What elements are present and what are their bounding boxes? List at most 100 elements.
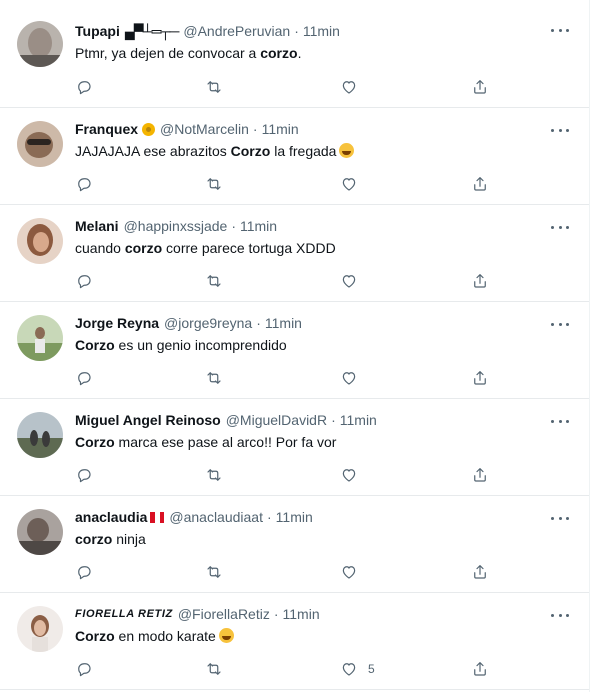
- more-icon[interactable]: [551, 223, 569, 231]
- share-button[interactable]: [471, 77, 489, 97]
- reply-button[interactable]: [75, 77, 93, 97]
- share-button[interactable]: [471, 368, 489, 388]
- tweet[interactable]: Tupapi ▄▀┴═┬─ @AndrePeruvian · 11min Ptm…: [0, 0, 589, 108]
- share-icon: [474, 565, 486, 579]
- highlighted-term: Corzo: [230, 143, 271, 159]
- retweet-icon: [207, 81, 221, 93]
- reply-icon: [78, 81, 91, 95]
- highlighted-term: Corzo: [75, 434, 115, 450]
- retweet-button[interactable]: [205, 465, 223, 485]
- like-count: 5: [368, 662, 375, 676]
- heart-icon: [342, 275, 356, 288]
- more-icon[interactable]: [551, 26, 569, 34]
- display-name[interactable]: anaclaudia: [75, 508, 147, 526]
- avatar[interactable]: [17, 218, 63, 264]
- share-icon: [474, 80, 486, 94]
- retweet-icon: [207, 663, 221, 675]
- display-name[interactable]: FIORELLA RETIZ: [75, 605, 173, 623]
- share-icon: [474, 371, 486, 385]
- reply-button[interactable]: [75, 659, 93, 679]
- tweet-actions: [75, 77, 573, 97]
- highlighted-term: Corzo: [75, 337, 115, 353]
- share-button[interactable]: [471, 659, 489, 679]
- tweet[interactable]: FIORELLA RETIZ @FiorellaRetiz · 11min Co…: [0, 593, 589, 690]
- share-icon: [474, 468, 486, 482]
- more-icon[interactable]: [551, 514, 569, 522]
- tweet-text: corzo ninja: [75, 531, 146, 547]
- more-icon[interactable]: [551, 320, 569, 328]
- display-name[interactable]: Melani: [75, 217, 119, 235]
- avatar[interactable]: [17, 315, 63, 361]
- more-icon[interactable]: [551, 417, 569, 425]
- user-handle[interactable]: @FiorellaRetiz: [178, 605, 270, 623]
- avatar[interactable]: [17, 509, 63, 555]
- timestamp[interactable]: 11min: [340, 411, 377, 429]
- share-icon: [474, 662, 486, 676]
- reply-button[interactable]: [75, 465, 93, 485]
- share-button[interactable]: [471, 465, 489, 485]
- tweet-text: Corzo marca ese pase al arco!! Por fa vo…: [75, 434, 337, 450]
- avatar[interactable]: [17, 21, 63, 67]
- reply-icon: [78, 178, 91, 192]
- tweet[interactable]: Melani @happinxssjade · 11min cuando cor…: [0, 205, 589, 302]
- share-button[interactable]: [471, 562, 489, 582]
- share-button[interactable]: [471, 271, 489, 291]
- display-name[interactable]: Miguel Angel Reinoso: [75, 411, 221, 429]
- reply-button[interactable]: [75, 368, 93, 388]
- user-handle[interactable]: @MiguelDavidR: [226, 411, 327, 429]
- tweet[interactable]: Franquex @NotMarcelin · 11min JAJAJAJA e…: [0, 108, 589, 205]
- timestamp[interactable]: 11min: [276, 508, 313, 526]
- separator-dot: ·: [231, 218, 236, 234]
- tweet-text: Ptmr, ya dejen de convocar a corzo.: [75, 45, 302, 61]
- retweet-button[interactable]: [205, 368, 223, 388]
- share-button[interactable]: [471, 174, 489, 194]
- like-button[interactable]: [340, 271, 368, 291]
- reply-button[interactable]: [75, 174, 93, 194]
- like-button[interactable]: [340, 465, 368, 485]
- retweet-button[interactable]: [205, 271, 223, 291]
- display-name[interactable]: Jorge Reyna: [75, 314, 159, 332]
- avatar[interactable]: [17, 121, 63, 167]
- more-icon[interactable]: [551, 611, 569, 619]
- tweet-actions: [75, 174, 573, 194]
- retweet-button[interactable]: [205, 659, 223, 679]
- tweet[interactable]: Jorge Reyna @jorge9reyna · 11min Corzo e…: [0, 302, 589, 399]
- tweet-text: cuando corzo corre parece tortuga XDDD: [75, 240, 336, 256]
- more-icon[interactable]: [551, 126, 569, 134]
- timestamp[interactable]: 11min: [265, 314, 302, 332]
- heart-icon: [342, 372, 356, 385]
- like-button[interactable]: [340, 77, 368, 97]
- tweet[interactable]: anaclaudia @anaclaudiaat · 11min corzo n…: [0, 496, 589, 593]
- reply-icon: [78, 372, 91, 386]
- avatar[interactable]: [17, 412, 63, 458]
- highlighted-term: corzo: [75, 531, 113, 547]
- reply-button[interactable]: [75, 271, 93, 291]
- like-button[interactable]: [340, 368, 368, 388]
- display-name[interactable]: Franquex: [75, 120, 138, 138]
- tweet-text: JAJAJAJA ese abrazitos Corzo la fregada: [75, 142, 573, 160]
- timestamp[interactable]: 11min: [303, 22, 340, 40]
- timestamp[interactable]: 11min: [283, 605, 320, 623]
- user-handle[interactable]: @happinxssjade: [124, 217, 228, 235]
- user-handle[interactable]: @AndrePeruvian: [183, 22, 290, 40]
- retweet-button[interactable]: [205, 77, 223, 97]
- user-handle[interactable]: @jorge9reyna: [164, 314, 252, 332]
- reply-button[interactable]: [75, 562, 93, 582]
- timestamp[interactable]: 11min: [240, 217, 277, 235]
- retweet-button[interactable]: [205, 174, 223, 194]
- user-handle[interactable]: @anaclaudiaat: [169, 508, 263, 526]
- retweet-icon: [207, 275, 221, 287]
- avatar[interactable]: [17, 606, 63, 652]
- user-handle[interactable]: @NotMarcelin: [160, 120, 249, 138]
- name-decoration: ▄▀┴═┬─: [124, 23, 180, 39]
- retweet-button[interactable]: [205, 562, 223, 582]
- like-button[interactable]: 5: [340, 659, 375, 679]
- like-button[interactable]: [340, 174, 368, 194]
- tweet[interactable]: Miguel Angel Reinoso @MiguelDavidR · 11m…: [0, 399, 589, 496]
- separator-dot: ·: [331, 412, 336, 428]
- timestamp[interactable]: 11min: [262, 120, 299, 138]
- tweet-actions: 5: [75, 659, 573, 679]
- display-name[interactable]: Tupapi: [75, 22, 120, 40]
- separator-dot: ·: [252, 121, 258, 137]
- like-button[interactable]: [340, 562, 368, 582]
